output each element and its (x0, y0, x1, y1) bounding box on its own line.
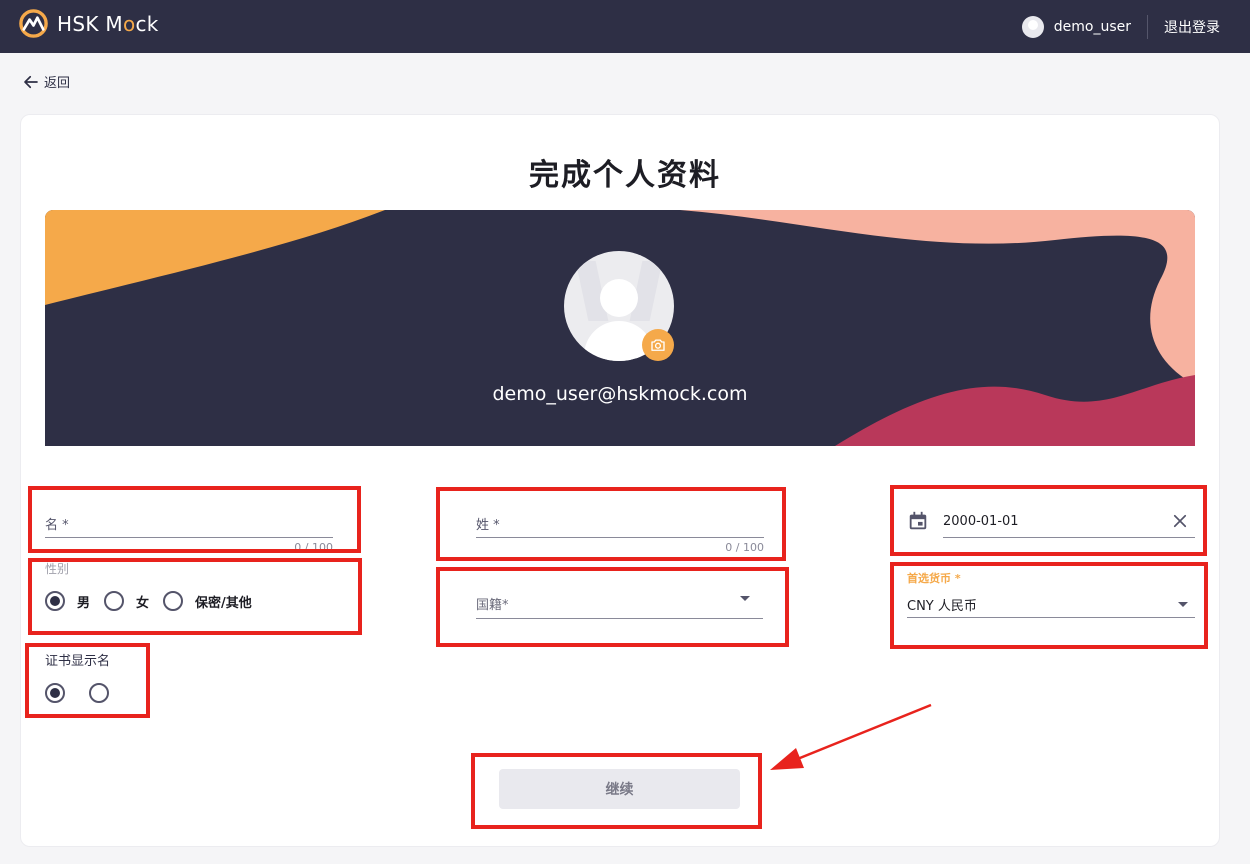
birth-date-value: 2000-01-01 (943, 514, 1019, 529)
user-avatar[interactable] (1021, 15, 1044, 38)
username[interactable]: demo_user (1054, 19, 1131, 35)
page-title: 完成个人资料 (529, 158, 721, 193)
header-divider (1147, 14, 1148, 39)
last-name-counter: 0 / 100 (725, 541, 764, 554)
nationality-placeholder: 国籍* (476, 598, 509, 613)
change-photo-button[interactable] (642, 329, 674, 361)
user-menu: demo_user 退出登录 (1021, 0, 1250, 53)
chevron-down-icon (1178, 602, 1188, 607)
gender-male-radio[interactable] (45, 591, 65, 611)
currency-select[interactable]: CNY 人民币 (907, 592, 1195, 618)
clear-icon[interactable] (1171, 512, 1189, 530)
cert-name-label: 证书显示名 (45, 654, 111, 669)
chevron-down-icon (740, 596, 750, 601)
brand-logo-link[interactable]: HSK Mock (18, 8, 159, 39)
last-name-field[interactable]: 姓 * 0 / 100 (476, 512, 764, 554)
mountain-logo-icon (19, 9, 48, 38)
gender-other-label[interactable]: 保密/其他 (195, 592, 252, 611)
camera-icon (651, 339, 665, 351)
calendar-icon[interactable] (907, 510, 929, 532)
back-link[interactable]: 返回 (22, 72, 70, 91)
gender-other-radio[interactable] (163, 591, 184, 611)
back-label: 返回 (44, 76, 71, 91)
logout-button[interactable]: 退出登录 (1164, 17, 1220, 37)
profile-email: demo_user@hskmock.com (492, 383, 748, 405)
arrow-left-icon (24, 75, 38, 88)
brand-name: HSK Mock (57, 11, 159, 36)
currency-label: 首选货币 * (907, 572, 961, 585)
gender-female-label[interactable]: 女 (136, 592, 149, 611)
cert-name-radio-group (45, 683, 109, 703)
currency-value: CNY 人民币 (907, 599, 977, 614)
first-name-counter: 0 / 100 (294, 541, 333, 554)
nationality-select[interactable]: 国籍* (476, 590, 763, 620)
birth-date-field[interactable]: 2000-01-01 (907, 508, 1195, 538)
cert-name-option-2-radio[interactable] (89, 683, 109, 703)
top-nav-bar: HSK Mock demo_user 退出登录 (0, 0, 1250, 53)
gender-radio-group: 男 女 保密/其他 (45, 591, 266, 611)
first-name-label: 名 * (45, 518, 69, 533)
continue-button[interactable]: 继续 (499, 769, 740, 809)
gender-label: 性别 (45, 562, 70, 576)
gender-female-radio[interactable] (104, 591, 125, 611)
cert-name-option-1-radio[interactable] (45, 683, 65, 703)
profile-banner: demo_user@hskmock.com (45, 210, 1195, 446)
first-name-field[interactable]: 名 * 0 / 100 (45, 512, 333, 554)
annotation-arrow (770, 703, 932, 770)
gender-male-label[interactable]: 男 (77, 592, 90, 611)
last-name-label: 姓 * (476, 518, 500, 533)
